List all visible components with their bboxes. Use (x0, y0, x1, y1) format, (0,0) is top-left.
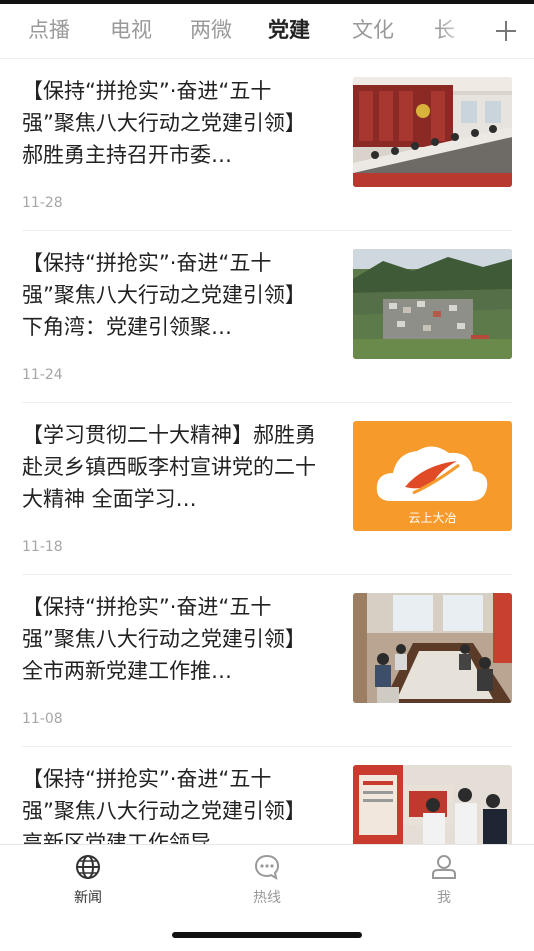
article-title: 【保持“拼抢实”·奋进“五十强”聚焦八大行动之党建引领】全市两新党建工作推… (22, 595, 306, 683)
nav-me[interactable]: 我 (384, 853, 504, 907)
article-date: 11-28 (22, 195, 63, 211)
article-date: 11-24 (22, 367, 63, 383)
article-thumbnail[interactable]: 云上大冶 (353, 421, 512, 531)
app-logo-placeholder: 云上大冶 (353, 421, 512, 531)
article-title: 【保持“拼抢实”·奋进“五十强”聚焦八大行动之党建引领】郝胜勇主持召开市委… (22, 79, 306, 167)
tab-dianshi[interactable]: 电视 (110, 14, 152, 44)
article-list: 【保持“拼抢实”·奋进“五十强”聚焦八大行动之党建引领】郝胜勇主持召开市委… 1… (0, 59, 534, 844)
article-title: 【保持“拼抢实”·奋进“五十强”聚焦八大行动之党建引领】高新区党建工作领导… (22, 767, 306, 844)
conference-table-photo (353, 593, 512, 703)
nav-label: 我 (437, 890, 451, 906)
article-item[interactable]: 【学习贯彻二十大精神】郝胜勇赴灵乡镇西畈李村宣讲党的二十大精神 全面学习… 11… (0, 403, 534, 575)
village-aerial-photo (353, 249, 512, 359)
tab-dianbo[interactable]: 点播 (28, 14, 70, 44)
article-title: 【学习贯彻二十大精神】郝胜勇赴灵乡镇西畈李村宣讲党的二十大精神 全面学习… (22, 423, 316, 511)
article-item[interactable]: 【保持“拼抢实”·奋进“五十强”聚焦八大行动之党建引领】下角湾：党建引领聚… 1… (0, 231, 534, 403)
globe-icon (76, 855, 100, 879)
tab-wenhua[interactable]: 文化 (352, 14, 394, 44)
tab-dangjian[interactable]: 党建 (268, 14, 310, 44)
nav-news[interactable]: 新闻 (28, 853, 148, 907)
logo-text: 云上大冶 (408, 511, 456, 525)
tab-liangwei[interactable]: 两微 (190, 14, 232, 44)
article-thumbnail[interactable] (353, 593, 512, 703)
user-icon (432, 855, 456, 879)
nav-hotline[interactable]: 热线 (207, 853, 327, 907)
nav-label: 新闻 (74, 890, 102, 906)
exhibition-visit-photo (353, 765, 512, 844)
nav-label: 热线 (253, 890, 281, 906)
add-tab-button[interactable] (478, 4, 534, 58)
meeting-room-photo (353, 77, 512, 187)
article-item[interactable]: 【保持“拼抢实”·奋进“五十强”聚焦八大行动之党建引领】全市两新党建工作推… 1… (0, 575, 534, 747)
article-date: 11-08 (22, 711, 63, 727)
article-item[interactable]: 【保持“拼抢实”·奋进“五十强”聚焦八大行动之党建引领】郝胜勇主持召开市委… 1… (0, 59, 534, 231)
chat-bubble-icon (254, 854, 280, 881)
category-tab-bar: 点播 电视 两微 党建 文化 长 (0, 4, 534, 59)
article-thumbnail[interactable] (353, 77, 512, 187)
article-title: 【保持“拼抢实”·奋进“五十强”聚焦八大行动之党建引领】下角湾：党建引领聚… (22, 251, 306, 339)
article-item[interactable]: 【保持“拼抢实”·奋进“五十强”聚焦八大行动之党建引领】高新区党建工作领导… (0, 747, 534, 844)
article-thumbnail[interactable] (353, 249, 512, 359)
article-date: 11-18 (22, 539, 63, 555)
tab-fade (438, 4, 478, 58)
home-indicator[interactable] (172, 932, 362, 938)
article-thumbnail[interactable] (353, 765, 512, 844)
